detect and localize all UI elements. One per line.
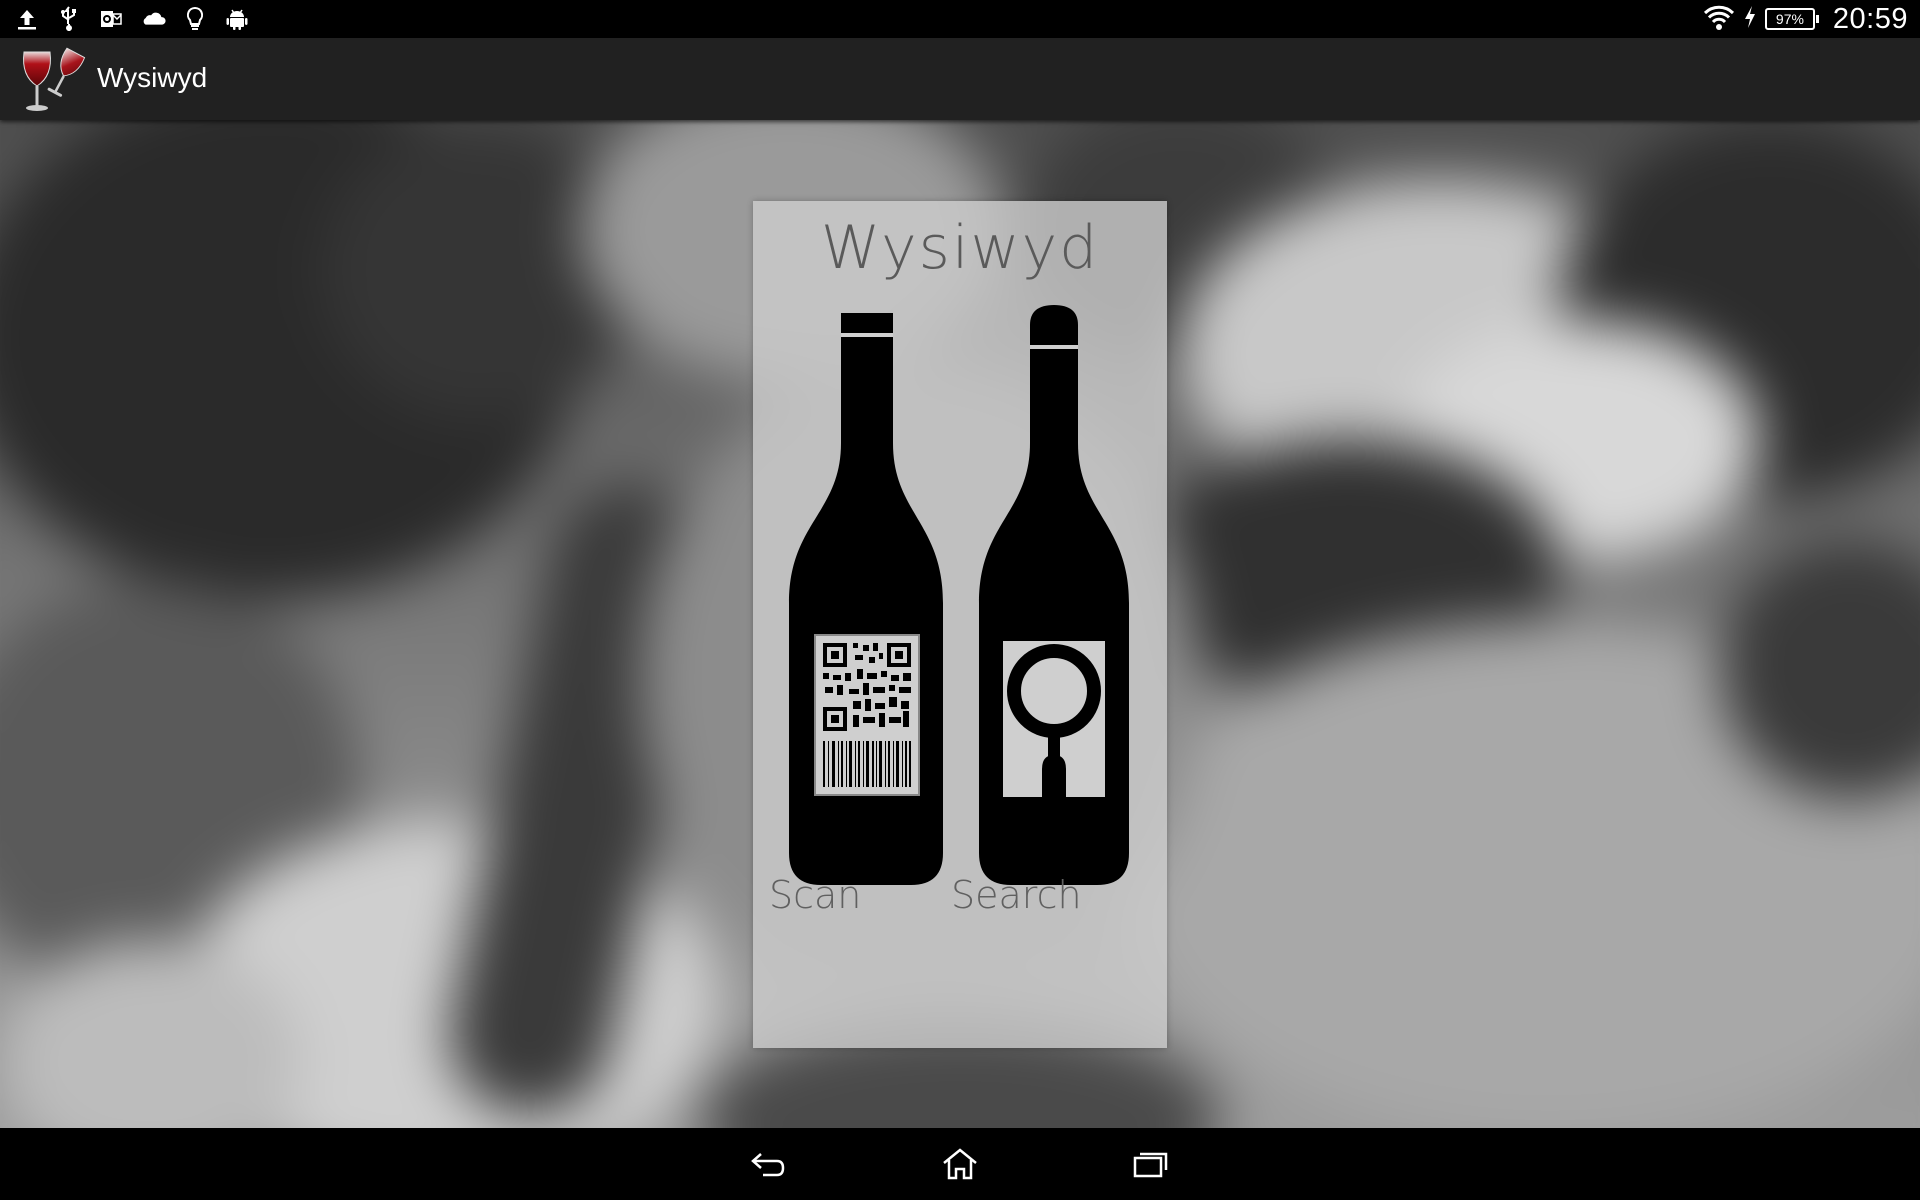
- cloud-icon: [140, 6, 166, 32]
- content-area: Wysiwyd Scan Search: [0, 120, 1920, 1128]
- search-label[interactable]: Search: [951, 873, 1082, 917]
- search-bottle-button[interactable]: [965, 301, 1143, 893]
- card-title: Wysiwyd: [820, 213, 1100, 283]
- recent-apps-icon[interactable]: [1126, 1144, 1176, 1184]
- android-icon: [224, 6, 250, 32]
- usb-icon: [56, 6, 82, 32]
- upload-icon: [14, 6, 40, 32]
- magnifier-bottle-icon: [979, 305, 1129, 885]
- system-icons: 97% 20:59: [1703, 2, 1908, 36]
- main-card: Wysiwyd Scan Search: [753, 201, 1167, 1048]
- home-icon[interactable]: [935, 1144, 985, 1184]
- wine-glasses-icon[interactable]: [20, 46, 86, 114]
- battery-icon: 97%: [1764, 8, 1819, 30]
- lightbulb-icon: [182, 6, 208, 32]
- qr-barcode-bottle-icon: [789, 313, 943, 885]
- clock: 20:59: [1832, 2, 1908, 35]
- screen: 97% 20:59 Wysiwyd Wysiwyd Scan Search: [0, 0, 1920, 1200]
- back-icon[interactable]: [744, 1144, 794, 1184]
- charging-icon: [1743, 5, 1757, 34]
- status-bar: 97% 20:59: [0, 0, 1920, 38]
- app-title: Wysiwyd: [97, 62, 208, 93]
- navigation-bar: [0, 1128, 1920, 1200]
- scan-label[interactable]: Scan: [769, 873, 861, 917]
- scan-bottle-button[interactable]: [775, 313, 957, 893]
- outlook-icon: [98, 6, 124, 32]
- wifi-icon: [1703, 3, 1735, 36]
- action-bar: Wysiwyd: [0, 38, 1920, 120]
- notification-icons: [14, 4, 250, 34]
